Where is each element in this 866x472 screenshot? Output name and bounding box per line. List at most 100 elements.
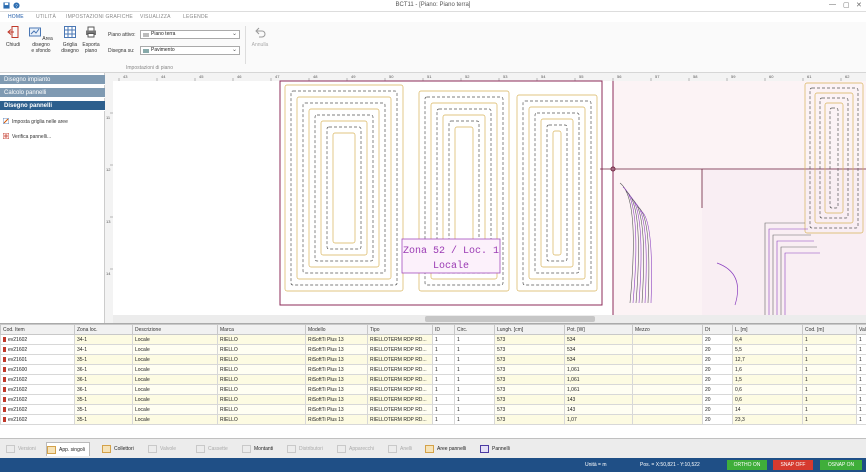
tab-montanti[interactable]: Montanti: [242, 442, 273, 456]
table-cell[interactable]: 573: [494, 414, 565, 425]
table-cell[interactable]: RIELLOTERM RDP RD...: [367, 344, 433, 355]
table-cell[interactable]: RIELLO: [217, 414, 306, 425]
table-cell[interactable]: 1: [802, 414, 857, 425]
column-header[interactable]: ID: [432, 324, 455, 335]
table-cell[interactable]: Locale: [132, 354, 218, 365]
table-cell[interactable]: 20: [702, 374, 733, 385]
table-cell[interactable]: RiSoftTi Plus 13: [305, 384, 368, 395]
table-cell[interactable]: 1: [432, 384, 455, 395]
table-cell[interactable]: [632, 344, 703, 355]
table-cell[interactable]: 20: [702, 334, 733, 345]
table-cell[interactable]: 20: [702, 414, 733, 425]
column-header[interactable]: Modello: [305, 324, 368, 335]
table-cell[interactable]: 35-1: [74, 394, 133, 405]
table-cell[interactable]: 1: [802, 334, 857, 345]
table-cell[interactable]: 1: [454, 344, 495, 355]
tab-visualizza[interactable]: VISUALIZZA: [140, 14, 171, 20]
column-header[interactable]: Val.: [856, 324, 866, 335]
close-window-button[interactable]: ✕: [856, 1, 862, 9]
table-cell[interactable]: RiSoftTi Plus 13: [305, 414, 368, 425]
table-row[interactable]: ev21602 34-1 Locale RIELLO RiSoftTi Plus 13 R…: [0, 334, 866, 345]
table-cell[interactable]: 534: [564, 354, 633, 365]
table-cell[interactable]: 20: [702, 384, 733, 395]
table-cell[interactable]: 1: [432, 374, 455, 385]
cmd-verifica-pannelli[interactable]: Verifica pannelli...: [3, 133, 51, 140]
table-cell[interactable]: [632, 394, 703, 405]
table-cell[interactable]: 36-1: [74, 374, 133, 385]
table-cell[interactable]: ev21602: [0, 344, 75, 355]
tab-collettori[interactable]: Collettori: [102, 442, 134, 456]
table-cell[interactable]: 1: [454, 394, 495, 405]
table-cell[interactable]: [632, 374, 703, 385]
table-cell[interactable]: 573: [494, 394, 565, 405]
table-cell[interactable]: 36-1: [74, 384, 133, 395]
tab-apparecchi[interactable]: Apparecchi: [337, 442, 374, 456]
table-cell[interactable]: 1: [802, 404, 857, 415]
section-disegno-impianto[interactable]: Disegno impianto: [0, 75, 105, 85]
table-cell[interactable]: 1: [432, 414, 455, 425]
table-cell[interactable]: 1: [856, 394, 866, 405]
tab-home[interactable]: HOME: [8, 14, 24, 20]
table-cell[interactable]: Locale: [132, 414, 218, 425]
table-cell[interactable]: 534: [564, 334, 633, 345]
table-cell[interactable]: ev21601: [0, 354, 75, 365]
table-cell[interactable]: RiSoftTi Plus 13: [305, 344, 368, 355]
table-row[interactable]: ev21602 34-1 Locale RIELLO RiSoftTi Plus 13 R…: [0, 344, 866, 355]
table-cell[interactable]: 20: [702, 354, 733, 365]
tab-app-singoli[interactable]: App. singoli: [46, 442, 90, 456]
close-button[interactable]: Chiudi: [3, 26, 23, 48]
table-cell[interactable]: ev21602: [0, 334, 75, 345]
table-cell[interactable]: 1: [454, 354, 495, 365]
table-cell[interactable]: 143: [564, 394, 633, 405]
table-row[interactable]: ev21602 36-1 Locale RIELLO RiSoftTi Plus 13 R…: [0, 374, 866, 385]
table-cell[interactable]: 34-1: [74, 334, 133, 345]
table-cell[interactable]: 1: [802, 394, 857, 405]
table-cell[interactable]: 20: [702, 344, 733, 355]
table-cell[interactable]: 1: [432, 354, 455, 365]
table-cell[interactable]: 35-1: [74, 404, 133, 415]
column-header[interactable]: Cod. Item: [0, 324, 75, 335]
table-cell[interactable]: RIELLOTERM RDP RD...: [367, 374, 433, 385]
table-cell[interactable]: RIELLO: [217, 374, 306, 385]
table-cell[interactable]: 1: [454, 384, 495, 395]
column-header[interactable]: Mezzo: [632, 324, 703, 335]
table-cell[interactable]: Locale: [132, 364, 218, 375]
cmd-imposta-griglia[interactable]: Imposta griglia nelle aree: [3, 118, 68, 125]
column-header[interactable]: Pot. [W]: [564, 324, 633, 335]
table-cell[interactable]: 35-1: [74, 414, 133, 425]
table-cell[interactable]: 1: [454, 334, 495, 345]
table-cell[interactable]: 1: [856, 374, 866, 385]
table-cell[interactable]: [632, 414, 703, 425]
table-cell[interactable]: RIELLO: [217, 344, 306, 355]
table-row[interactable]: ev21602 35-1 Locale RIELLO RiSoftTi Plus 13 R…: [0, 414, 866, 425]
table-cell[interactable]: RiSoftTi Plus 13: [305, 364, 368, 375]
table-cell[interactable]: RIELLO: [217, 404, 306, 415]
table-cell[interactable]: RiSoftTi Plus 13: [305, 334, 368, 345]
column-header[interactable]: L. [m]: [732, 324, 803, 335]
column-header[interactable]: Marca: [217, 324, 306, 335]
table-cell[interactable]: 14: [732, 404, 803, 415]
column-header[interactable]: Circ.: [454, 324, 495, 335]
table-cell[interactable]: 573: [494, 344, 565, 355]
area-disegno-button[interactable]: Area disegno e sfondo: [28, 26, 54, 54]
table-cell[interactable]: 34-1: [74, 344, 133, 355]
table-cell[interactable]: 1: [802, 364, 857, 375]
table-cell[interactable]: RIELLOTERM RDP RD...: [367, 404, 433, 415]
tab-anelli[interactable]: Anelli: [388, 442, 412, 456]
table-cell[interactable]: 1: [856, 334, 866, 345]
column-header[interactable]: Cod. [m]: [802, 324, 857, 335]
table-cell[interactable]: 1: [432, 334, 455, 345]
table-cell[interactable]: 1: [856, 364, 866, 375]
table-cell[interactable]: 35-1: [74, 354, 133, 365]
column-header[interactable]: Zona loc.: [74, 324, 133, 335]
table-cell[interactable]: ev21600: [0, 364, 75, 375]
table-cell[interactable]: 1: [454, 374, 495, 385]
tab-impostazioni-grafiche[interactable]: IMPOSTAZIONI GRAFICHE: [66, 14, 133, 20]
section-calcolo-pannelli[interactable]: Calcolo pannelli: [0, 88, 105, 98]
table-cell[interactable]: Locale: [132, 384, 218, 395]
column-header[interactable]: Descrizione: [132, 324, 218, 335]
table-cell[interactable]: 1: [856, 414, 866, 425]
table-cell[interactable]: 20: [702, 404, 733, 415]
table-cell[interactable]: 573: [494, 364, 565, 375]
table-cell[interactable]: RIELLO: [217, 394, 306, 405]
